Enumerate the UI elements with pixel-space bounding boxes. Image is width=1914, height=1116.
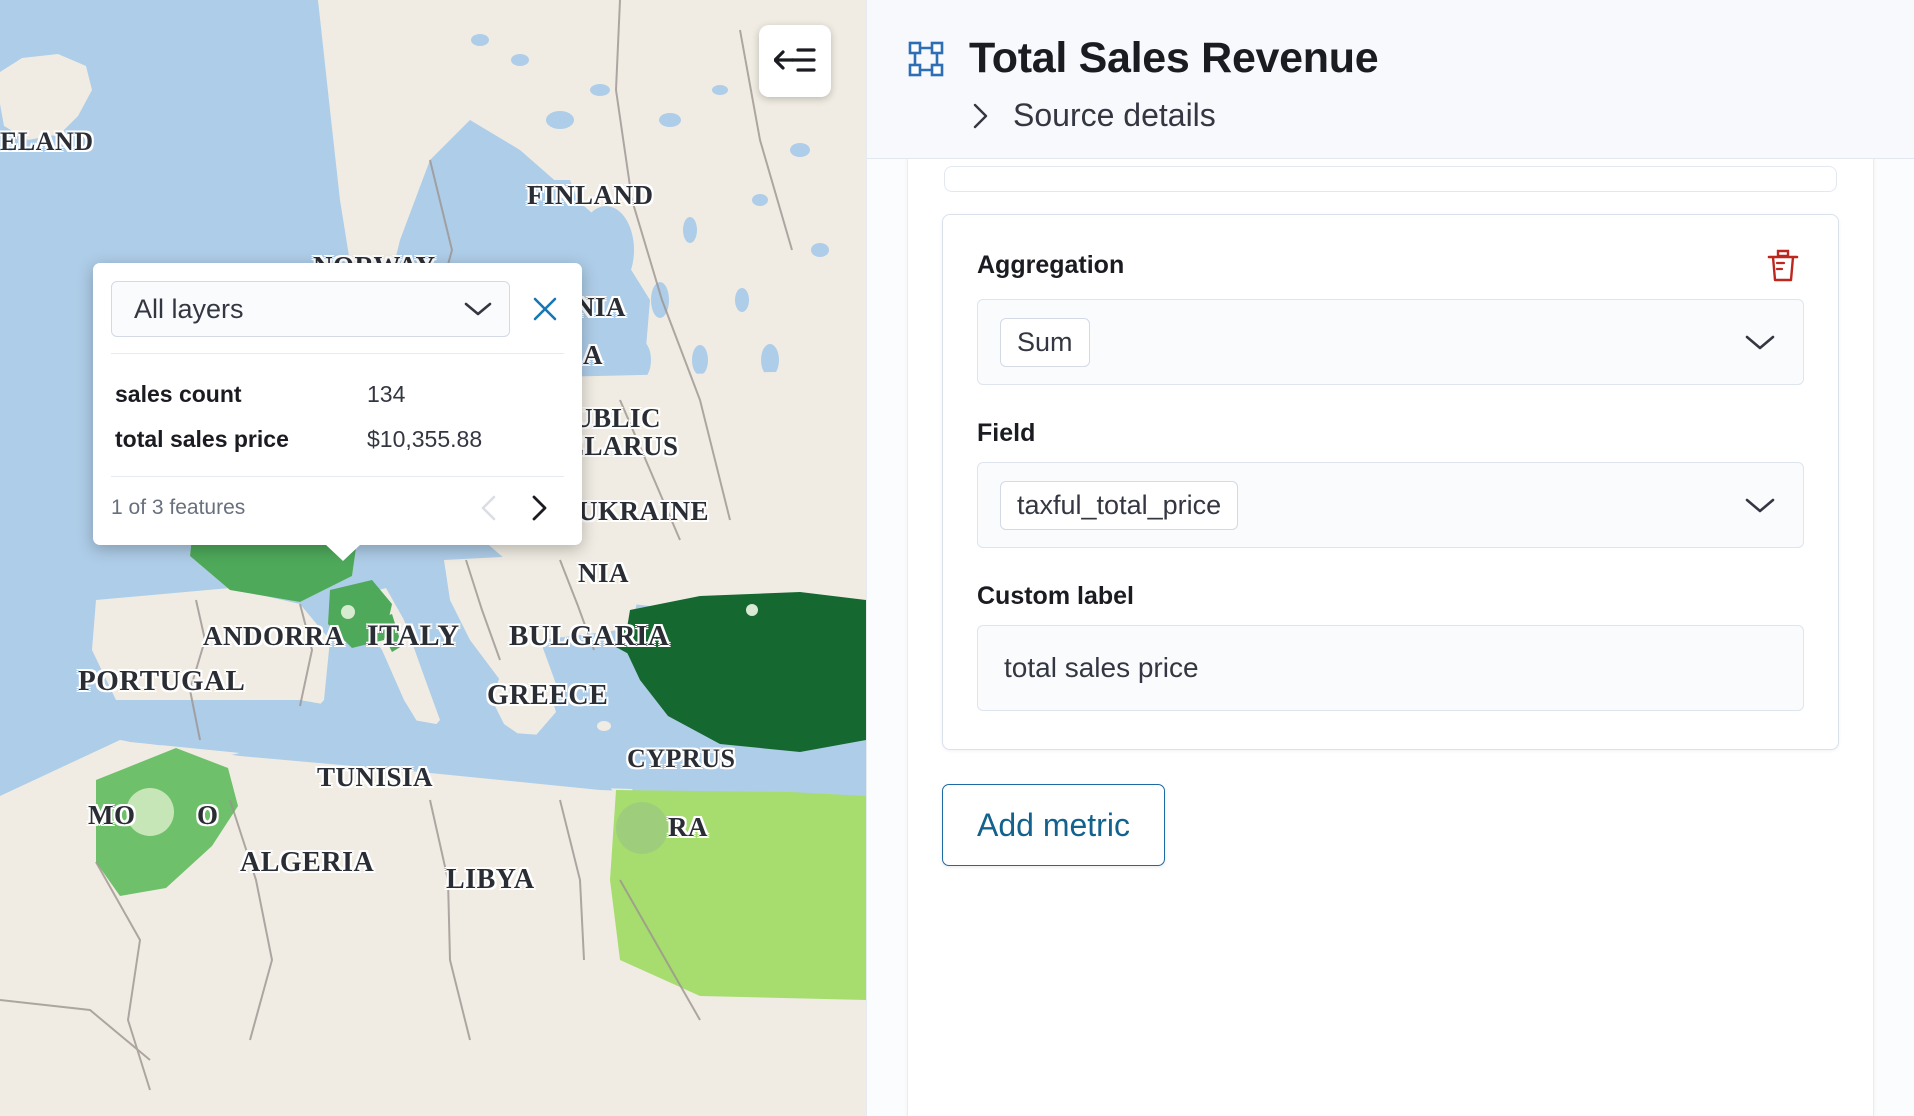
add-metric-button[interactable]: Add metric (942, 784, 1165, 866)
aggregation-value: Sum (1000, 317, 1090, 367)
field-group: Field taxful_total_price (977, 419, 1804, 548)
aggregation-group: Aggregation Sum (977, 245, 1804, 385)
property-value: $10,355.88 (367, 426, 483, 452)
app-root: ELANDFINLANDNORWAYNIAAUBLICELARUSUKRAINE… (0, 0, 1914, 1116)
custom-label-input[interactable]: total sales price (977, 625, 1804, 711)
field-header: Field (977, 419, 1804, 448)
editor-panel: Total Sales Revenue Source details Aggre… (866, 0, 1914, 1116)
layer-select-value: All layers (134, 293, 244, 324)
next-feature-button[interactable] (514, 491, 564, 525)
feature-count-text: 1 of 3 features (111, 496, 246, 519)
popup-header: All layers (93, 263, 582, 353)
popup-property-list: sales count 134 total sales price $10,35… (93, 354, 582, 476)
metrics-container: Aggregation Sum Field taxful_total_price… (907, 159, 1874, 1116)
prev-feature-button[interactable] (464, 491, 514, 525)
previous-metric-card-partial[interactable] (944, 166, 1837, 192)
popup-close-button[interactable] (524, 290, 566, 328)
custom-label-group: Custom label total sales price (977, 582, 1804, 711)
page-title: Total Sales Revenue (969, 34, 1379, 82)
aggregation-label: Aggregation (977, 250, 1125, 279)
chevron-down-icon (464, 302, 492, 316)
chevron-right-icon (532, 495, 547, 521)
property-key: sales count (115, 381, 242, 407)
chevron-down-icon (1745, 498, 1775, 513)
collapse-left-icon (774, 48, 816, 72)
aggregation-header: Aggregation (977, 245, 1804, 285)
chevron-left-icon (481, 495, 496, 521)
chevron-down-icon (1745, 335, 1775, 350)
source-details-toggle[interactable]: Source details (907, 97, 1874, 134)
source-details-label: Source details (1013, 97, 1216, 133)
aggregation-select[interactable]: Sum (977, 299, 1804, 385)
field-label: Field (977, 419, 1036, 447)
map-canvas[interactable] (0, 0, 866, 1116)
panel-header: Total Sales Revenue Source details (867, 0, 1914, 159)
panel-body: Aggregation Sum Field taxful_total_price… (867, 159, 1914, 1116)
chevron-right-icon (973, 103, 988, 128)
property-key: total sales price (115, 426, 289, 452)
collapse-panel-button[interactable] (759, 25, 831, 97)
trash-icon (1767, 249, 1799, 282)
close-icon (533, 297, 557, 321)
field-select[interactable]: taxful_total_price (977, 462, 1804, 548)
bounding-box-icon (908, 41, 944, 76)
property-value: 134 (367, 381, 406, 407)
custom-label-header: Custom label (977, 582, 1804, 611)
layer-select[interactable]: All layers (111, 281, 510, 337)
custom-label-label: Custom label (977, 582, 1134, 610)
table-row: total sales price $10,355.88 (111, 417, 564, 462)
map-pane[interactable]: ELANDFINLANDNORWAYNIAAUBLICELARUSUKRAINE… (0, 0, 866, 1116)
panel-title-row: Total Sales Revenue (907, 34, 1874, 83)
field-value: taxful_total_price (1000, 480, 1239, 530)
delete-metric-button[interactable] (1762, 245, 1804, 285)
popup-footer: 1 of 3 features (93, 477, 582, 545)
table-row: sales count 134 (111, 372, 564, 417)
metric-card: Aggregation Sum Field taxful_total_price… (942, 214, 1839, 750)
map-feature-popup: All layers sales count 134 total sales p… (93, 263, 582, 561)
